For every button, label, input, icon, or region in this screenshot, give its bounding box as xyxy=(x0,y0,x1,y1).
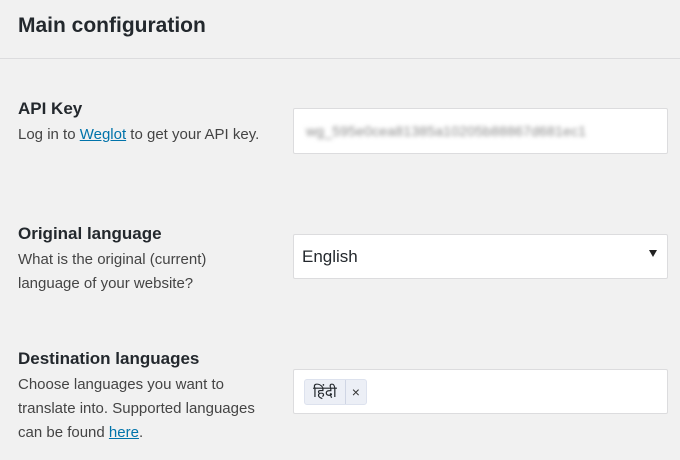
api-key-value: wg_595e0cea81385a10205b88867d681ec1 xyxy=(306,123,587,139)
section-divider xyxy=(0,58,680,59)
api-key-desc-suffix: to get your API key. xyxy=(126,126,260,143)
weglot-link[interactable]: Weglot xyxy=(80,126,126,143)
original-language-select[interactable]: English xyxy=(293,234,668,279)
supported-languages-link[interactable]: here xyxy=(109,424,139,441)
destination-languages-description: Choose languages you want to translate i… xyxy=(18,373,263,445)
api-key-heading: API Key xyxy=(18,99,83,118)
api-key-label-group: API Key Log in to Weglot to get your API… xyxy=(18,97,263,147)
destination-desc-suffix: . xyxy=(138,424,144,441)
chevron-down-icon xyxy=(649,250,657,257)
original-language-selected: English xyxy=(302,246,358,266)
destination-languages-multiselect[interactable]: हिंदी × xyxy=(293,369,668,414)
destination-languages-label-group: Destination languages Choose languages y… xyxy=(18,347,263,445)
section-title: Main configuration xyxy=(18,14,206,37)
original-language-label-group: Original language What is the original (… xyxy=(18,222,263,296)
original-language-description: What is the original (current) language … xyxy=(18,251,207,292)
api-key-description: Log in to Weglot to get your API key. xyxy=(18,123,263,147)
api-key-input[interactable]: wg_595e0cea81385a10205b88867d681ec1 xyxy=(293,108,668,154)
original-language-heading: Original language xyxy=(18,224,162,243)
api-key-desc-prefix: Log in to xyxy=(18,126,80,143)
settings-page: Main configuration API Key Log in to Weg… xyxy=(0,0,680,460)
language-tag: हिंदी × xyxy=(304,378,367,405)
close-icon[interactable]: × xyxy=(346,380,366,404)
language-tag-label: हिंदी xyxy=(305,379,346,404)
destination-languages-heading: Destination languages xyxy=(18,349,200,368)
